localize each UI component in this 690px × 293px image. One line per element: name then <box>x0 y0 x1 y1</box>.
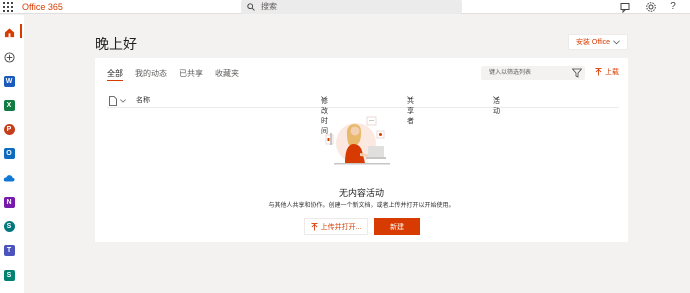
install-office-button[interactable]: 安装 Office <box>568 34 628 50</box>
app-rail: W X P O N S T S <box>0 15 24 293</box>
tab-favorites[interactable]: 收藏夹 <box>215 69 239 81</box>
sharepoint-app-icon[interactable]: S <box>2 219 16 233</box>
column-shared-by[interactable]: 共享者 <box>407 96 414 125</box>
search-icon <box>247 3 255 11</box>
help-icon[interactable]: ? <box>667 1 679 13</box>
page-greeting: 晚上好 <box>95 36 137 52</box>
documents-card: 全部 我的动态 已共享 收藏夹 键入以筛选列表 上载 名称 修改时间 共享者 活… <box>95 58 628 242</box>
column-modified[interactable]: 修改时间 <box>321 96 328 135</box>
tab-shared[interactable]: 已共享 <box>179 69 203 81</box>
empty-state-description: 与其他人共享和协作。创建一个新文档，或者上传并打开以开始使用。 <box>268 203 455 209</box>
upload-and-open-button[interactable]: 上传并打开... <box>304 218 368 235</box>
column-activity-label: 活动 <box>493 98 500 115</box>
search-placeholder: 搜索 <box>261 2 277 11</box>
column-activity[interactable]: 活动 <box>493 96 500 115</box>
chevron-down-icon <box>120 99 126 103</box>
document-tabs: 全部 我的动态 已共享 收藏夹 <box>107 69 239 81</box>
chevron-down-icon <box>613 39 620 44</box>
upload-icon <box>311 222 318 230</box>
empty-state-illustration <box>325 116 390 165</box>
document-icon <box>109 96 117 106</box>
tab-my-activity[interactable]: 我的动态 <box>135 69 167 81</box>
onedrive-app-icon[interactable] <box>2 171 16 185</box>
filter-placeholder: 键入以筛选列表 <box>489 70 532 76</box>
file-type-column[interactable] <box>109 96 126 106</box>
word-app-icon[interactable]: W <box>2 74 16 88</box>
upload-label: 上载 <box>605 69 619 76</box>
create-icon[interactable] <box>2 50 16 64</box>
upload-and-open-label: 上传并打开... <box>320 223 362 231</box>
onenote-app-icon[interactable]: N <box>2 195 16 209</box>
top-bar: Office 365 搜索 ? <box>0 0 690 14</box>
excel-app-icon[interactable]: X <box>2 98 16 112</box>
upload-button[interactable]: 上载 <box>595 67 619 77</box>
app-launcher-icon[interactable] <box>2 1 14 13</box>
home-active-indicator <box>20 24 22 38</box>
empty-state-title: 无内容活动 <box>338 188 384 198</box>
outlook-app-icon[interactable]: O <box>2 146 16 160</box>
search-box[interactable]: 搜索 <box>241 0 462 14</box>
settings-gear-icon[interactable] <box>645 1 657 13</box>
column-shared-by-label: 共享者 <box>407 98 414 125</box>
upload-icon <box>595 68 602 76</box>
filter-input[interactable]: 键入以筛选列表 <box>481 66 585 80</box>
teams-app-icon[interactable]: T <box>2 243 16 257</box>
brand-title[interactable]: Office 365 <box>22 1 63 13</box>
powerpoint-app-icon[interactable]: P <box>2 122 16 136</box>
new-document-button[interactable]: 新建 <box>374 218 420 235</box>
sway-app-icon[interactable]: S <box>2 268 16 282</box>
table-header: 名称 修改时间 共享者 活动 <box>107 95 619 135</box>
tab-all[interactable]: 全部 <box>107 69 123 81</box>
home-icon[interactable] <box>2 25 16 39</box>
install-office-label: 安装 Office <box>575 39 611 46</box>
filter-icon <box>572 68 582 78</box>
column-name[interactable]: 名称 <box>136 96 150 106</box>
feedback-icon[interactable] <box>619 1 631 13</box>
